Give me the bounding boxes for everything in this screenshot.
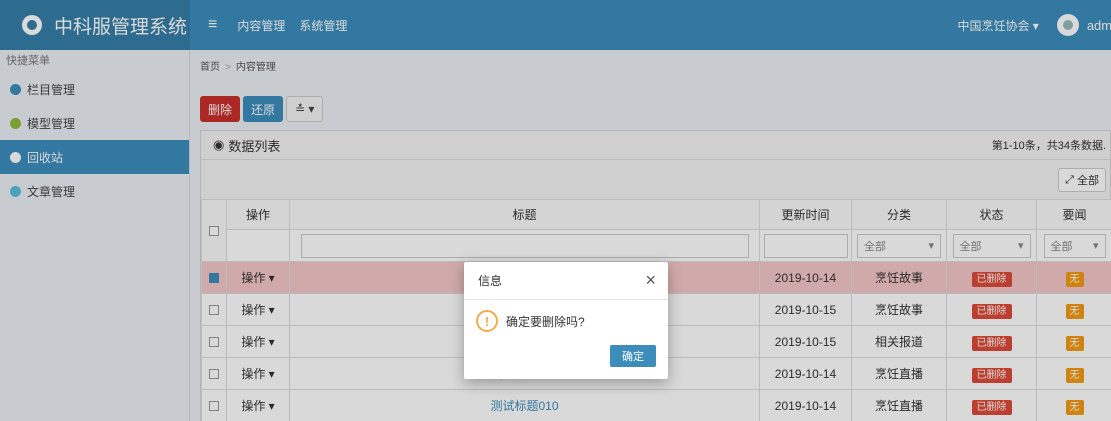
dialog-body: ! 确定要删除吗? [476,310,585,332]
dialog-header: 信息 [464,262,668,300]
confirm-dialog: 信息 × ! 确定要删除吗? 确定 [464,262,668,379]
confirm-button[interactable]: 确定 [610,345,656,367]
dialog-title: 信息 [478,274,503,288]
close-icon[interactable]: × [645,270,656,291]
warning-icon: ! [476,310,498,332]
dialog-message: 确定要删除吗? [506,314,585,329]
